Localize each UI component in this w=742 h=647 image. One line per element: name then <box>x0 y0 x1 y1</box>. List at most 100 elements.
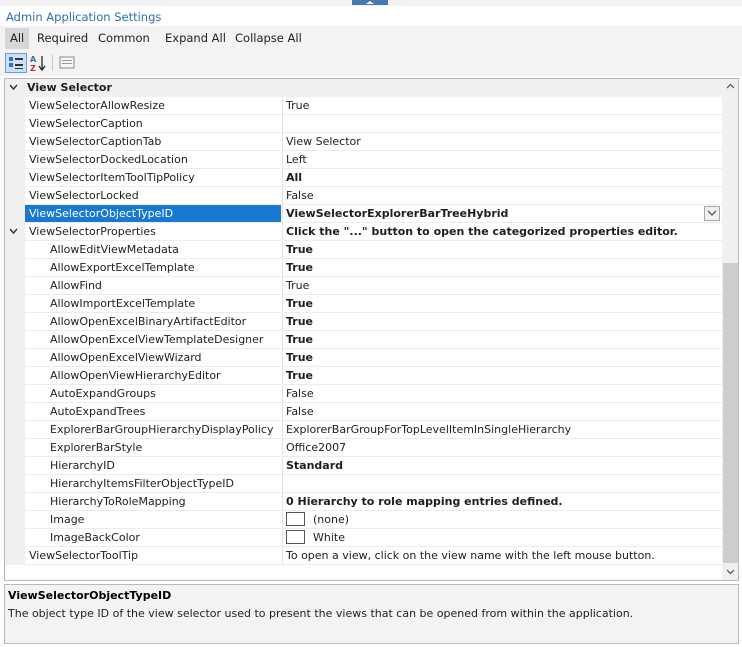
property-name: ViewSelectorCaption <box>25 115 281 133</box>
filter-required-button[interactable]: Required <box>32 28 93 49</box>
subproperty-row[interactable]: HierarchyToRoleMapping 0 Hierarchy to ro… <box>5 493 722 511</box>
property-name: Image <box>25 511 281 529</box>
property-row[interactable]: ViewSelectorCaption <box>5 115 722 133</box>
property-value[interactable]: Office2007 <box>282 439 722 457</box>
property-value[interactable]: ExplorerBarGroupForTopLevelItemInSingleH… <box>282 421 722 439</box>
svg-text:A: A <box>30 55 37 64</box>
collapse-panel-handle[interactable] <box>352 0 388 5</box>
subproperty-row[interactable]: ImageBackColor White <box>5 529 722 547</box>
description-panel: ViewSelectorObjectTypeID The object type… <box>4 584 739 644</box>
scroll-down-icon[interactable] <box>726 569 735 575</box>
property-row[interactable]: ViewSelectorAllowResize True <box>5 97 722 115</box>
property-name: ExplorerBarStyle <box>25 439 281 457</box>
property-row[interactable]: ViewSelectorLocked False <box>5 187 722 205</box>
property-value[interactable]: Click the "..." button to open the categ… <box>282 223 722 241</box>
subproperty-row[interactable]: AutoExpandGroups False <box>5 385 722 403</box>
property-value-dropdown[interactable]: ViewSelectorExplorerBarTreeHybrid <box>282 205 722 223</box>
property-value[interactable]: All <box>282 169 722 187</box>
property-toolbar: A Z <box>0 50 742 76</box>
property-value[interactable]: False <box>282 403 722 421</box>
property-value[interactable]: True <box>282 241 722 259</box>
property-name: ViewSelectorToolTip <box>25 547 281 565</box>
image-value-text: (none) <box>313 513 350 526</box>
subproperty-row[interactable]: AllowOpenExcelViewTemplateDesigner True <box>5 331 722 349</box>
property-value[interactable]: View Selector <box>282 133 722 151</box>
property-name: AutoExpandTrees <box>25 403 281 421</box>
property-row[interactable]: ViewSelectorCaptionTab View Selector <box>5 133 722 151</box>
panel-title: Admin Application Settings <box>6 10 162 24</box>
top-splitter[interactable] <box>0 0 742 6</box>
description-title: ViewSelectorObjectTypeID <box>8 589 172 602</box>
property-value[interactable]: True <box>282 313 722 331</box>
property-pages-button[interactable] <box>57 53 79 73</box>
property-name: ViewSelectorLocked <box>25 187 281 205</box>
property-name: AllowFind <box>25 277 281 295</box>
category-title: View Selector <box>27 81 112 94</box>
dropdown-selected-value: ViewSelectorExplorerBarTreeHybrid <box>286 207 509 220</box>
category-row-view-selector[interactable]: View Selector <box>5 79 722 97</box>
color-swatch <box>286 530 305 544</box>
color-value-text: White <box>313 531 345 544</box>
filter-all-button[interactable]: All <box>5 28 30 49</box>
property-value[interactable]: Standard <box>282 457 722 475</box>
image-preview-swatch <box>286 512 305 526</box>
subproperty-row[interactable]: AllowOpenExcelBinaryArtifactEditor True <box>5 313 722 331</box>
property-grid: View Selector ViewSelectorAllowResize Tr… <box>4 78 739 581</box>
property-value[interactable]: (none) <box>282 511 722 529</box>
description-text: The object type ID of the view selector … <box>8 607 634 620</box>
property-row[interactable]: ViewSelectorDockedLocation Left <box>5 151 722 169</box>
subproperty-row[interactable]: AllowEditViewMetadata True <box>5 241 722 259</box>
scroll-up-icon[interactable] <box>726 83 735 89</box>
expand-all-button[interactable]: Expand All <box>160 28 231 49</box>
filter-common-button[interactable]: Common <box>93 28 155 49</box>
property-value[interactable]: To open a view, click on the view name w… <box>282 547 722 565</box>
vertical-scrollbar[interactable] <box>722 79 738 580</box>
property-value[interactable]: Left <box>282 151 722 169</box>
property-value[interactable]: False <box>282 187 722 205</box>
property-value[interactable]: True <box>282 331 722 349</box>
toolbar-separator <box>52 55 53 71</box>
alphabetical-sort-button[interactable]: A Z <box>28 53 50 73</box>
property-name: AllowOpenExcelBinaryArtifactEditor <box>25 313 281 331</box>
chevron-down-icon[interactable] <box>9 227 18 236</box>
property-value[interactable]: True <box>282 295 722 313</box>
collapse-all-button[interactable]: Collapse All <box>230 28 307 49</box>
property-value[interactable]: True <box>282 259 722 277</box>
subproperty-row[interactable]: AllowOpenExcelViewWizard True <box>5 349 722 367</box>
dropdown-button[interactable] <box>704 206 720 221</box>
property-value[interactable] <box>282 475 722 493</box>
property-row-expandable[interactable]: ViewSelectorProperties Click the "..." b… <box>5 223 722 241</box>
property-name: AllowEditViewMetadata <box>25 241 281 259</box>
property-name: AllowOpenViewHierarchyEditor <box>25 367 281 385</box>
subproperty-row[interactable]: ExplorerBarGroupHierarchyDisplayPolicy E… <box>5 421 722 439</box>
chevron-down-icon[interactable] <box>9 83 18 92</box>
subproperty-row[interactable]: AllowImportExcelTemplate True <box>5 295 722 313</box>
property-row[interactable]: ViewSelectorToolTip To open a view, clic… <box>5 547 722 565</box>
subproperty-row[interactable]: HierarchyID Standard <box>5 457 722 475</box>
property-value[interactable]: True <box>282 367 722 385</box>
property-value[interactable]: True <box>282 277 722 295</box>
property-value[interactable]: True <box>282 349 722 367</box>
property-value[interactable] <box>282 115 722 133</box>
subproperty-row[interactable]: AllowOpenViewHierarchyEditor True <box>5 367 722 385</box>
subproperty-row[interactable]: AllowExportExcelTemplate True <box>5 259 722 277</box>
subproperty-row[interactable]: AllowFind True <box>5 277 722 295</box>
property-name: AllowExportExcelTemplate <box>25 259 281 277</box>
property-name: HierarchyToRoleMapping <box>25 493 281 511</box>
property-row-selected[interactable]: ViewSelectorObjectTypeID ViewSelectorExp… <box>5 205 722 223</box>
categorized-view-button[interactable] <box>5 53 27 73</box>
property-row[interactable]: ViewSelectorItemToolTipPolicy All <box>5 169 722 187</box>
property-name: ViewSelectorProperties <box>25 223 281 241</box>
property-value[interactable]: False <box>282 385 722 403</box>
subproperty-row[interactable]: HierarchyItemsFilterObjectTypeID <box>5 475 722 493</box>
subproperty-row[interactable]: AutoExpandTrees False <box>5 403 722 421</box>
scrollbar-thumb[interactable] <box>723 263 738 563</box>
property-name: AutoExpandGroups <box>25 385 281 403</box>
property-value[interactable]: White <box>282 529 722 547</box>
property-pages-icon <box>59 56 75 69</box>
property-name: ViewSelectorAllowResize <box>25 97 281 115</box>
subproperty-row[interactable]: ExplorerBarStyle Office2007 <box>5 439 722 457</box>
subproperty-row[interactable]: Image (none) <box>5 511 722 529</box>
property-value[interactable]: 0 Hierarchy to role mapping entries defi… <box>282 493 722 511</box>
property-value[interactable]: True <box>282 97 722 115</box>
